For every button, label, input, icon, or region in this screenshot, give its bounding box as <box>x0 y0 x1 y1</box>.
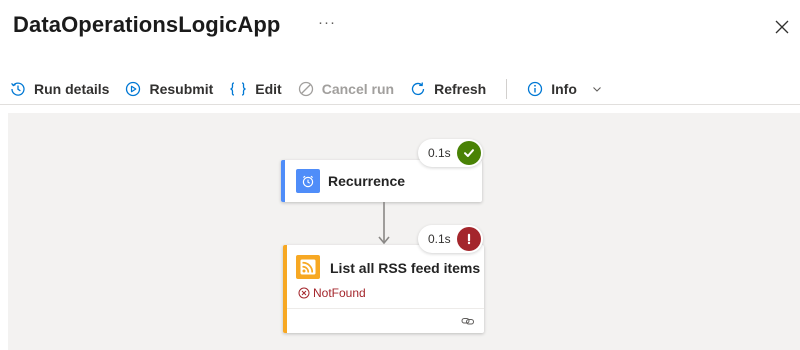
link-icon[interactable] <box>461 315 475 327</box>
cancel-icon <box>298 81 313 97</box>
card-accent-bar <box>281 160 285 202</box>
refresh-label: Refresh <box>434 81 487 97</box>
refresh-icon <box>411 82 425 96</box>
chevron-down-icon <box>592 87 601 92</box>
edit-label: Edit <box>255 81 282 97</box>
resubmit-label: Resubmit <box>149 81 214 97</box>
cancel-run-label: Cancel run <box>321 81 395 97</box>
rss-action-title: List all RSS feed items <box>330 260 481 276</box>
card-accent-bar <box>283 245 287 333</box>
page-title: DataOperationsLogicApp <box>13 12 281 37</box>
rss-icon <box>296 255 320 279</box>
run-details-button[interactable]: Run details <box>10 81 109 97</box>
recurrence-duration: 0.1s <box>428 146 451 160</box>
recurrence-status-badge[interactable]: 0.1s <box>418 139 483 167</box>
toolbar-divider-line <box>0 104 800 105</box>
error-exclamation-icon <box>456 227 481 251</box>
success-check-icon <box>456 141 481 165</box>
info-button[interactable]: Info <box>527 81 603 97</box>
history-icon <box>11 82 25 96</box>
workflow-canvas[interactable]: Recurrence 0.1s List all RSS feed items <box>8 113 800 350</box>
error-text: NotFound <box>313 286 366 300</box>
command-bar: Run details Resubmit Edit Cancel run Ref… <box>10 76 619 102</box>
recurrence-title: Recurrence <box>328 173 406 189</box>
edit-button[interactable]: Edit <box>229 81 282 97</box>
rss-action-card[interactable]: List all RSS feed items NotFound <box>283 245 484 333</box>
run-details-label: Run details <box>34 81 110 97</box>
close-icon <box>775 20 789 34</box>
cancel-run-button[interactable]: Cancel run <box>298 81 394 97</box>
refresh-button[interactable]: Refresh <box>410 81 486 97</box>
rss-status-badge[interactable]: 0.1s <box>418 225 483 253</box>
toolbar-divider <box>506 79 508 99</box>
rss-duration: 0.1s <box>428 232 451 246</box>
connector-arrow <box>378 202 390 245</box>
code-braces-icon <box>230 82 246 96</box>
alarm-clock-icon <box>296 169 320 193</box>
play-circle-icon <box>126 81 141 97</box>
resubmit-button[interactable]: Resubmit <box>125 81 213 97</box>
more-options-button[interactable]: ··· <box>318 14 336 31</box>
error-status: NotFound <box>298 286 366 300</box>
close-button[interactable] <box>773 18 791 36</box>
error-circle-icon <box>298 287 310 299</box>
card-footer-divider <box>287 308 484 309</box>
info-label: Info <box>551 81 577 97</box>
info-icon <box>528 81 543 97</box>
